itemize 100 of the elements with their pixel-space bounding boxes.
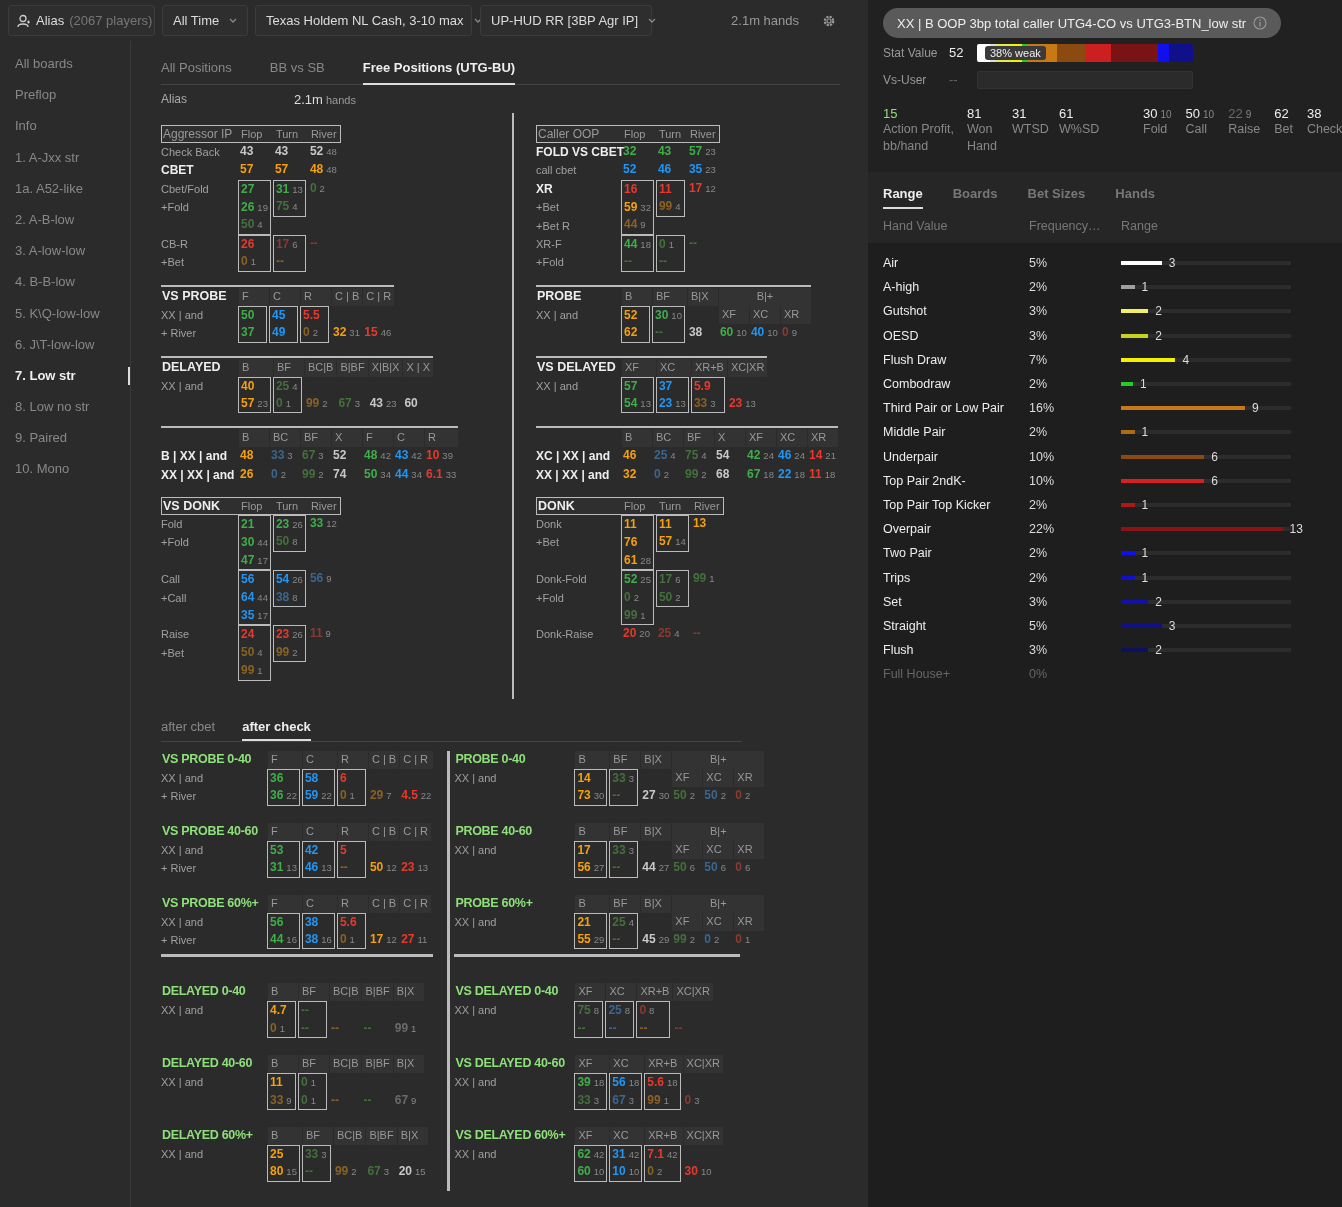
row-label: XR-F (536, 236, 563, 252)
stat-value: 57 23 (240, 394, 269, 412)
column-header: B|X (392, 983, 424, 1002)
column-header: R (336, 751, 368, 769)
column-header: C | B (367, 894, 400, 913)
hand-value: Set (883, 594, 903, 609)
stat-value: 43 (239, 143, 255, 160)
stat-value: 5 (338, 841, 348, 859)
stat-value: 75 8 (576, 1002, 601, 1020)
stat-value: 21 (240, 516, 256, 534)
stat-value: 23 13 (400, 859, 430, 877)
stat-value: 57 (239, 161, 255, 179)
nav-item[interactable]: 10. Mono (0, 460, 130, 479)
stat-value: 54 26 (274, 571, 304, 589)
stat-value: 44 18 (623, 235, 652, 253)
stat-value: 99 2 (672, 930, 696, 948)
column-header: XR+B (636, 983, 673, 1002)
stat-value: 60 10 (576, 1163, 606, 1181)
tab[interactable]: after cbet (161, 717, 216, 739)
row-label: XX | XX | and (536, 466, 611, 484)
column-header: B (574, 894, 610, 913)
frequency: 3% (1029, 643, 1049, 658)
section-title: VS PROBE 60%+ (161, 894, 260, 912)
column-header: C (269, 287, 300, 306)
stat-value: 43 23 (368, 394, 398, 412)
hand-value: Overpair (883, 522, 932, 537)
frequency: 2% (1029, 497, 1049, 512)
tab[interactable]: Boards (952, 186, 998, 209)
stat-value: 99 4 (657, 198, 682, 216)
stat-value: 42 (303, 841, 320, 859)
stat-value: 0 3 (683, 1091, 701, 1109)
stat-value: 4.5 22 (400, 787, 433, 805)
stat-value: 17 (576, 841, 592, 859)
stat-value: 5.9 (692, 377, 712, 395)
nav-item[interactable]: All boards (0, 55, 130, 73)
row-label: B | XX | and (161, 448, 229, 466)
column-header: BF (609, 894, 641, 913)
column-header: B|+ (671, 822, 765, 841)
stat-value: 4.7 (269, 1002, 288, 1020)
nav-item[interactable]: Info (0, 117, 130, 136)
nav-item[interactable]: 1. A-Jxx str (0, 148, 130, 167)
nav-item[interactable]: 3. A-low-low (0, 242, 130, 261)
stat-value: 0 2 (308, 179, 326, 197)
row-label: +Fold (161, 535, 190, 551)
tab[interactable]: BB vs SB (269, 56, 325, 83)
nav-item[interactable]: 4. B-B-low (0, 273, 130, 292)
nav-item[interactable]: 6. J\T-low-low (0, 335, 130, 354)
stat-value: 31 13 (269, 859, 298, 877)
nav-item[interactable]: Preflop (0, 86, 130, 105)
column-header: C (301, 894, 337, 913)
stat-value: 50 (240, 306, 256, 324)
tab[interactable]: All Positions (161, 56, 232, 83)
stat-value: 37 (657, 377, 674, 395)
stat-value: -- (687, 234, 698, 252)
column-header: B|X (392, 1055, 424, 1074)
stat-value: 33 3 (303, 1145, 328, 1163)
column-header: F (238, 287, 269, 306)
column-header: B (267, 1126, 302, 1145)
nav-item[interactable]: 2. A-B-low (0, 210, 130, 229)
nav-item[interactable]: 1a. A52-like (0, 179, 130, 198)
stat-value: 11 9 (308, 625, 332, 643)
stat-value: 11 18 (808, 465, 837, 483)
tab[interactable]: after check (242, 717, 311, 741)
stat-value: 0 2 (302, 324, 319, 342)
stat-value: 0 1 (300, 1074, 317, 1092)
tab[interactable]: Hands (1115, 186, 1156, 209)
column-header: XR+B (644, 1126, 683, 1145)
stat-value: 49 (271, 324, 287, 342)
stat-value: 99 2 (333, 1163, 358, 1181)
nav-item[interactable]: 9. Paired (0, 429, 130, 448)
alias-dropdown[interactable]: Alias (2067 players) (8, 5, 155, 36)
stat-value: 56 18 (611, 1074, 641, 1092)
section-title: VS DELAYED (536, 358, 617, 376)
frequency: 5% (1029, 618, 1049, 633)
row-label: XX | and (454, 1003, 498, 1019)
range-count: 6 (1211, 473, 1218, 488)
stat-value: 10 39 (425, 447, 454, 465)
stat-value: 27 11 (400, 930, 429, 948)
tab[interactable]: Free Positions (UTG-BU) (362, 56, 516, 85)
nav-item[interactable]: 8. Low no str (0, 398, 130, 417)
row-label: XX | and (536, 307, 579, 323)
stat-value: 25 4 (611, 913, 635, 931)
stat-value: 31 13 (274, 180, 304, 198)
tab[interactable]: Range (883, 186, 923, 209)
column-header: Turn (274, 127, 300, 142)
tab[interactable]: Bet Sizes (1027, 186, 1086, 209)
dropdown[interactable]: All Time (162, 5, 248, 36)
frequency: 2% (1029, 280, 1049, 295)
stat-value: 44 34 (394, 465, 423, 483)
stat-number: 22 9 (1228, 106, 1253, 121)
column-header: Flop (623, 499, 647, 515)
stat-value: 0 1 (338, 787, 356, 805)
column-header: BF (609, 751, 641, 769)
stat-value: 50 4 (240, 216, 264, 234)
nav-item[interactable]: 5. K\Q-low-low (0, 304, 130, 323)
nav-item[interactable]: 7. Low str (0, 366, 130, 385)
row-label: XX | and (161, 1146, 204, 1162)
stat-value: -- (654, 324, 664, 342)
stat-value: -- (611, 787, 622, 805)
stat-value: 26 19 (240, 198, 269, 216)
